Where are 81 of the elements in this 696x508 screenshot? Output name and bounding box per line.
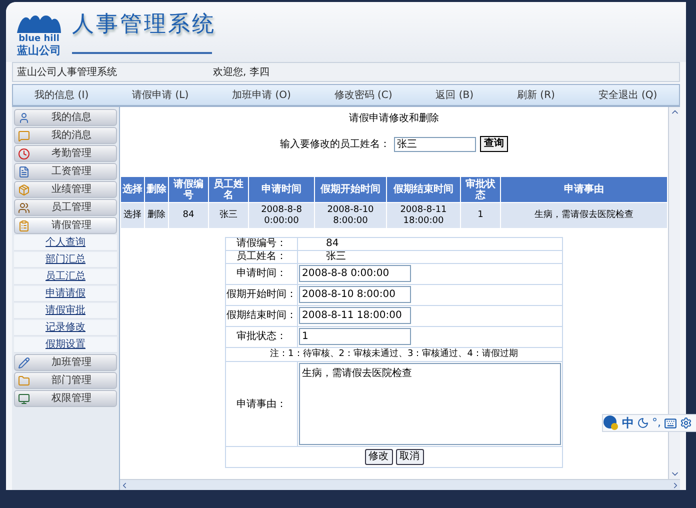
submenu-link[interactable]: 假期设置 xyxy=(14,337,117,353)
logo-text: blue hill xyxy=(18,34,60,44)
search-button[interactable]: 查询 xyxy=(480,136,508,152)
form-value: 张三 xyxy=(326,251,346,263)
form-field[interactable]: 1 xyxy=(299,328,411,345)
ime-mode[interactable]: 中 xyxy=(622,414,634,432)
form-label: 审批状态： xyxy=(226,327,298,347)
submenu-link[interactable]: 请假审批 xyxy=(14,303,117,319)
nav-link[interactable]: 安全退出 (Q) xyxy=(598,88,658,102)
sidebar-item[interactable]: 加班管理 xyxy=(14,354,117,371)
user-icon xyxy=(18,112,30,124)
horizontal-scrollbar[interactable] xyxy=(120,479,680,490)
submenu-link[interactable]: 记录修改 xyxy=(14,320,117,336)
system-title: 人事管理系统 xyxy=(72,12,216,38)
sidebar-item[interactable]: 请假管理 xyxy=(14,217,117,234)
nav-link[interactable]: 我的信息 (I) xyxy=(34,88,89,102)
table-cell: 2008-8-11 18:00:00 xyxy=(386,202,460,228)
form-field[interactable]: 2008-8-10 8:00:00 xyxy=(299,286,411,303)
table-cell: 1 xyxy=(460,202,500,228)
sidebar-item[interactable]: 员工管理 xyxy=(14,199,117,216)
column-header: 选择 xyxy=(120,176,144,202)
form-button[interactable]: 取消 xyxy=(396,449,424,465)
form-label: 假期开始时间： xyxy=(226,285,298,305)
ime-logo-icon[interactable] xyxy=(603,415,619,431)
pencil-icon xyxy=(18,356,30,368)
clock-icon xyxy=(18,148,30,160)
form-label: 申请事由： xyxy=(226,362,298,446)
reason-field[interactable]: 生病，需请假去医院检查 xyxy=(299,363,561,445)
message-icon xyxy=(18,130,30,142)
nav-link[interactable]: 刷新 (R) xyxy=(516,88,555,102)
sidebar-item[interactable]: 部门管理 xyxy=(14,372,117,389)
submenu-link[interactable]: 员工汇总 xyxy=(14,269,117,285)
sidebar-item[interactable]: 业绩管理 xyxy=(14,181,117,198)
form-label: 申请时间： xyxy=(226,264,298,284)
sidebar-item[interactable]: 考勤管理 xyxy=(14,145,117,162)
nav-link[interactable]: 请假申请 (L) xyxy=(132,88,189,102)
sidebar-item[interactable]: 工资管理 xyxy=(14,163,117,180)
table-cell: 2008-8-8 0:00:00 xyxy=(248,202,314,228)
people-icon xyxy=(18,202,30,214)
keyboard-icon[interactable] xyxy=(664,416,677,430)
company-name: 蓝山公司 xyxy=(17,44,61,57)
clipboard-icon xyxy=(18,220,30,232)
form-field[interactable]: 2008-8-8 0:00:00 xyxy=(299,265,411,282)
form-button[interactable]: 修改 xyxy=(364,449,392,465)
folder-icon xyxy=(18,374,30,386)
punctuation-mode[interactable]: °, xyxy=(652,414,661,432)
sidebar-item[interactable]: 我的消息 xyxy=(14,127,117,144)
table-cell: 生病，需请假去医院检查 xyxy=(500,202,668,228)
table-cell: 2008-8-10 8:00:00 xyxy=(314,202,386,228)
submenu-link[interactable]: 部门汇总 xyxy=(14,252,117,268)
scroll-right-icon[interactable] xyxy=(671,480,680,490)
vertical-scrollbar[interactable] xyxy=(668,107,680,479)
table-cell: 张三 xyxy=(208,202,248,228)
table-cell: 84 xyxy=(168,202,208,228)
column-header: 申请事由 xyxy=(500,176,668,202)
document-icon xyxy=(18,166,30,178)
form-label: 假期结束时间： xyxy=(226,306,298,326)
form-value: 84 xyxy=(326,238,339,250)
monitor-icon xyxy=(18,392,30,404)
moon-icon[interactable] xyxy=(637,417,649,429)
form-label: 员工姓名： xyxy=(226,251,298,263)
table-cell[interactable]: 选择 xyxy=(120,202,144,228)
search-label: 输入要修改的员工姓名： xyxy=(280,138,390,152)
status-note: 注：1：待审核、2：审核未通过、3：审核通过、4：请假过期 xyxy=(226,348,562,362)
nav-link[interactable]: 加班申请 (O) xyxy=(232,88,291,102)
submenu-link[interactable]: 个人查询 xyxy=(14,235,117,251)
settings-icon[interactable] xyxy=(680,417,692,429)
box-icon xyxy=(18,184,30,196)
scroll-left-icon[interactable] xyxy=(120,480,129,490)
system-name: 蓝山公司人事管理系统 xyxy=(16,66,118,80)
table-cell[interactable]: 删除 xyxy=(144,202,168,228)
nav-link[interactable]: 返回 (B) xyxy=(436,88,474,102)
sidebar-item[interactable]: 权限管理 xyxy=(14,390,117,407)
form-label: 请假编号： xyxy=(226,238,298,250)
nav-link[interactable]: 修改密码 (C) xyxy=(334,88,392,102)
page-title: 请假申请修改和删除 xyxy=(349,112,439,126)
submenu-link[interactable]: 申请请假 xyxy=(14,286,117,302)
search-field[interactable]: 张三 xyxy=(394,136,476,152)
welcome-text: 欢迎您, 李四 xyxy=(213,66,270,80)
form-field[interactable]: 2008-8-11 18:00:00 xyxy=(299,307,411,324)
sidebar-item[interactable]: 我的信息 xyxy=(14,109,117,126)
